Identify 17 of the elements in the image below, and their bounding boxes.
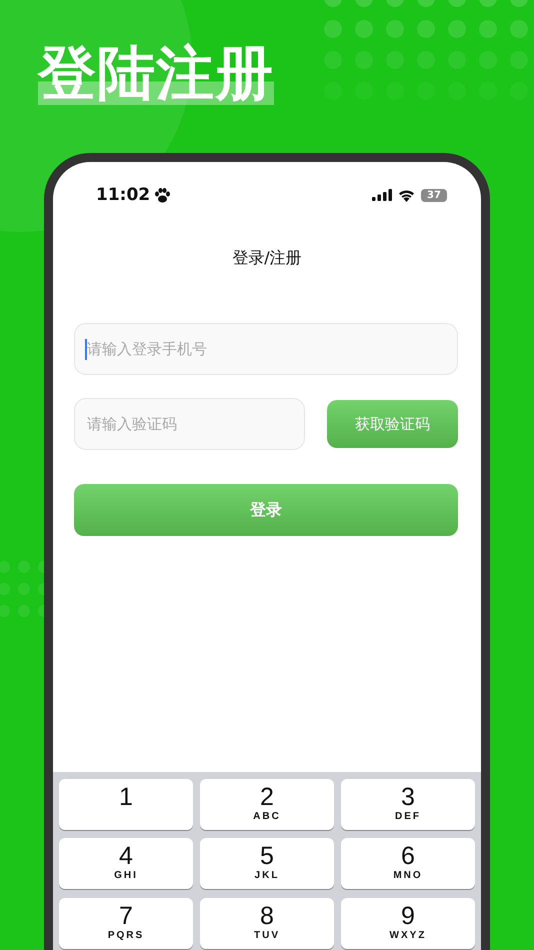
keypad-key[interactable]: 4 GHI — [59, 838, 193, 890]
keypad-key[interactable]: 6 MNO — [341, 838, 475, 890]
keypad-key[interactable]: 3 DEF — [341, 779, 475, 830]
status-time: 11:02 — [96, 185, 150, 205]
code-input-field[interactable]: 请输入验证码 — [74, 398, 305, 450]
signal-icon — [372, 189, 392, 201]
keypad-key[interactable]: 9 WXYZ — [341, 898, 475, 949]
phone-input-field[interactable]: 请输入登录手机号 — [74, 323, 458, 375]
keypad-key[interactable]: 1 — [59, 779, 193, 830]
screen-title: 登录/注册 — [231, 248, 303, 269]
battery-icon: 37 — [421, 188, 447, 202]
paw-icon — [154, 188, 172, 202]
keypad-key[interactable]: 8 TUV — [200, 898, 334, 949]
wifi-icon — [398, 188, 415, 202]
keypad-key[interactable]: 7 PQRS — [59, 898, 193, 949]
keypad-key[interactable]: 2 ABC — [200, 779, 334, 830]
keypad-key[interactable]: 5 JKL — [200, 838, 334, 890]
